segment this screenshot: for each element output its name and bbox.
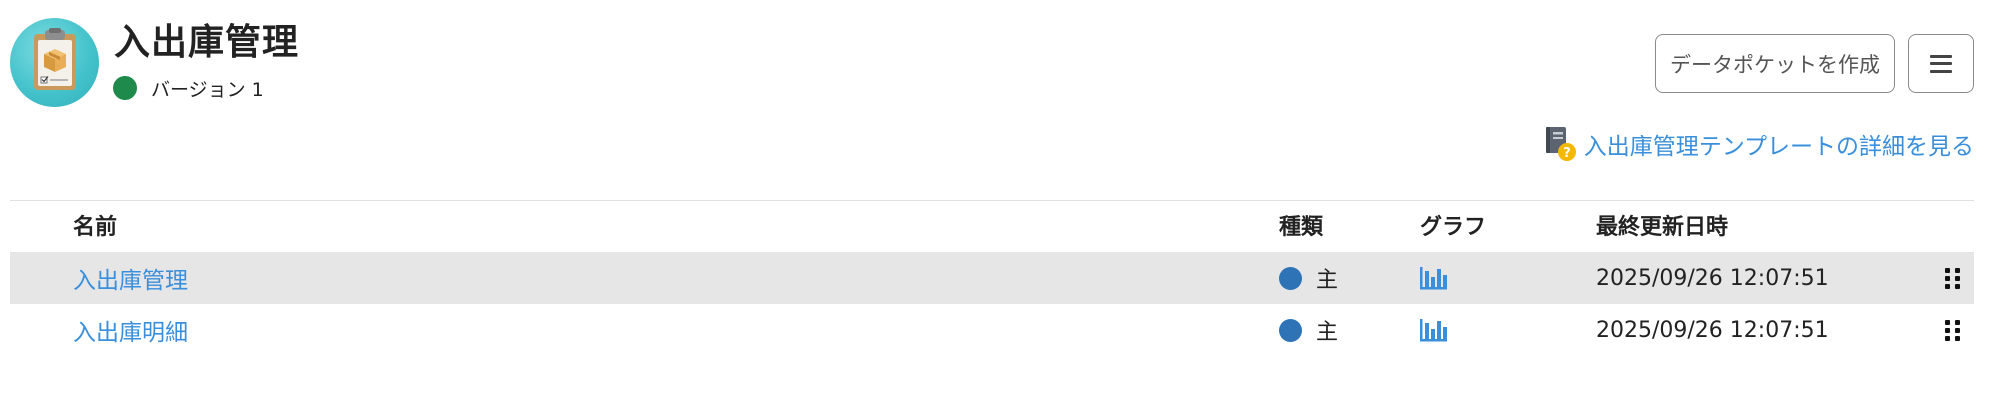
table-row: 入出庫明細 主 2025/09/26 12:07:51 — [10, 304, 1974, 356]
document-help-icon: ? — [1542, 125, 1578, 163]
version-indicator: バージョン 1 — [113, 76, 264, 101]
svg-text:?: ? — [1563, 146, 1571, 161]
drag-handle-icon[interactable] — [1945, 304, 1965, 356]
type-dot — [1279, 318, 1302, 342]
page-title: 入出庫管理 — [114, 22, 300, 63]
template-details-link-label: 入出庫管理テンプレートの詳細を見る — [1583, 134, 1974, 160]
column-header-updated: 最終更新日時 — [1596, 215, 1729, 240]
create-datapocket-button[interactable]: データポケットを作成 — [1655, 34, 1895, 93]
header-divider — [10, 200, 1974, 201]
row-updated: 2025/09/26 12:07:51 — [1596, 317, 1829, 343]
column-header-graph: グラフ — [1420, 215, 1487, 240]
version-status-dot — [113, 76, 137, 100]
table-row: 入出庫管理 主 2025/09/26 12:07:51 — [10, 252, 1974, 304]
bar-chart-icon[interactable] — [1420, 252, 1448, 304]
drag-handle-icon[interactable] — [1945, 252, 1965, 304]
row-type: 主 — [1279, 304, 1338, 356]
column-header-type: 種類 — [1279, 215, 1324, 240]
hamburger-icon — [1930, 54, 1952, 73]
type-dot — [1279, 266, 1302, 290]
row-type-label: 主 — [1316, 320, 1339, 345]
menu-button[interactable] — [1908, 34, 1974, 93]
bar-chart-icon[interactable] — [1420, 304, 1448, 356]
row-name-link[interactable]: 入出庫明細 — [73, 304, 188, 356]
column-header-name: 名前 — [73, 215, 118, 240]
row-type-label: 主 — [1316, 268, 1339, 293]
version-label: バージョン 1 — [151, 78, 264, 101]
page: 入出庫管理 バージョン 1 データポケットを作成 ? 入出庫管理テンプレートの詳… — [0, 0, 1992, 401]
clipboard-box-icon — [10, 18, 99, 107]
row-type: 主 — [1279, 252, 1338, 304]
row-updated: 2025/09/26 12:07:51 — [1596, 265, 1829, 291]
template-details-link[interactable]: ? 入出庫管理テンプレートの詳細を見る — [1542, 125, 1974, 163]
row-name-link[interactable]: 入出庫管理 — [73, 252, 188, 304]
